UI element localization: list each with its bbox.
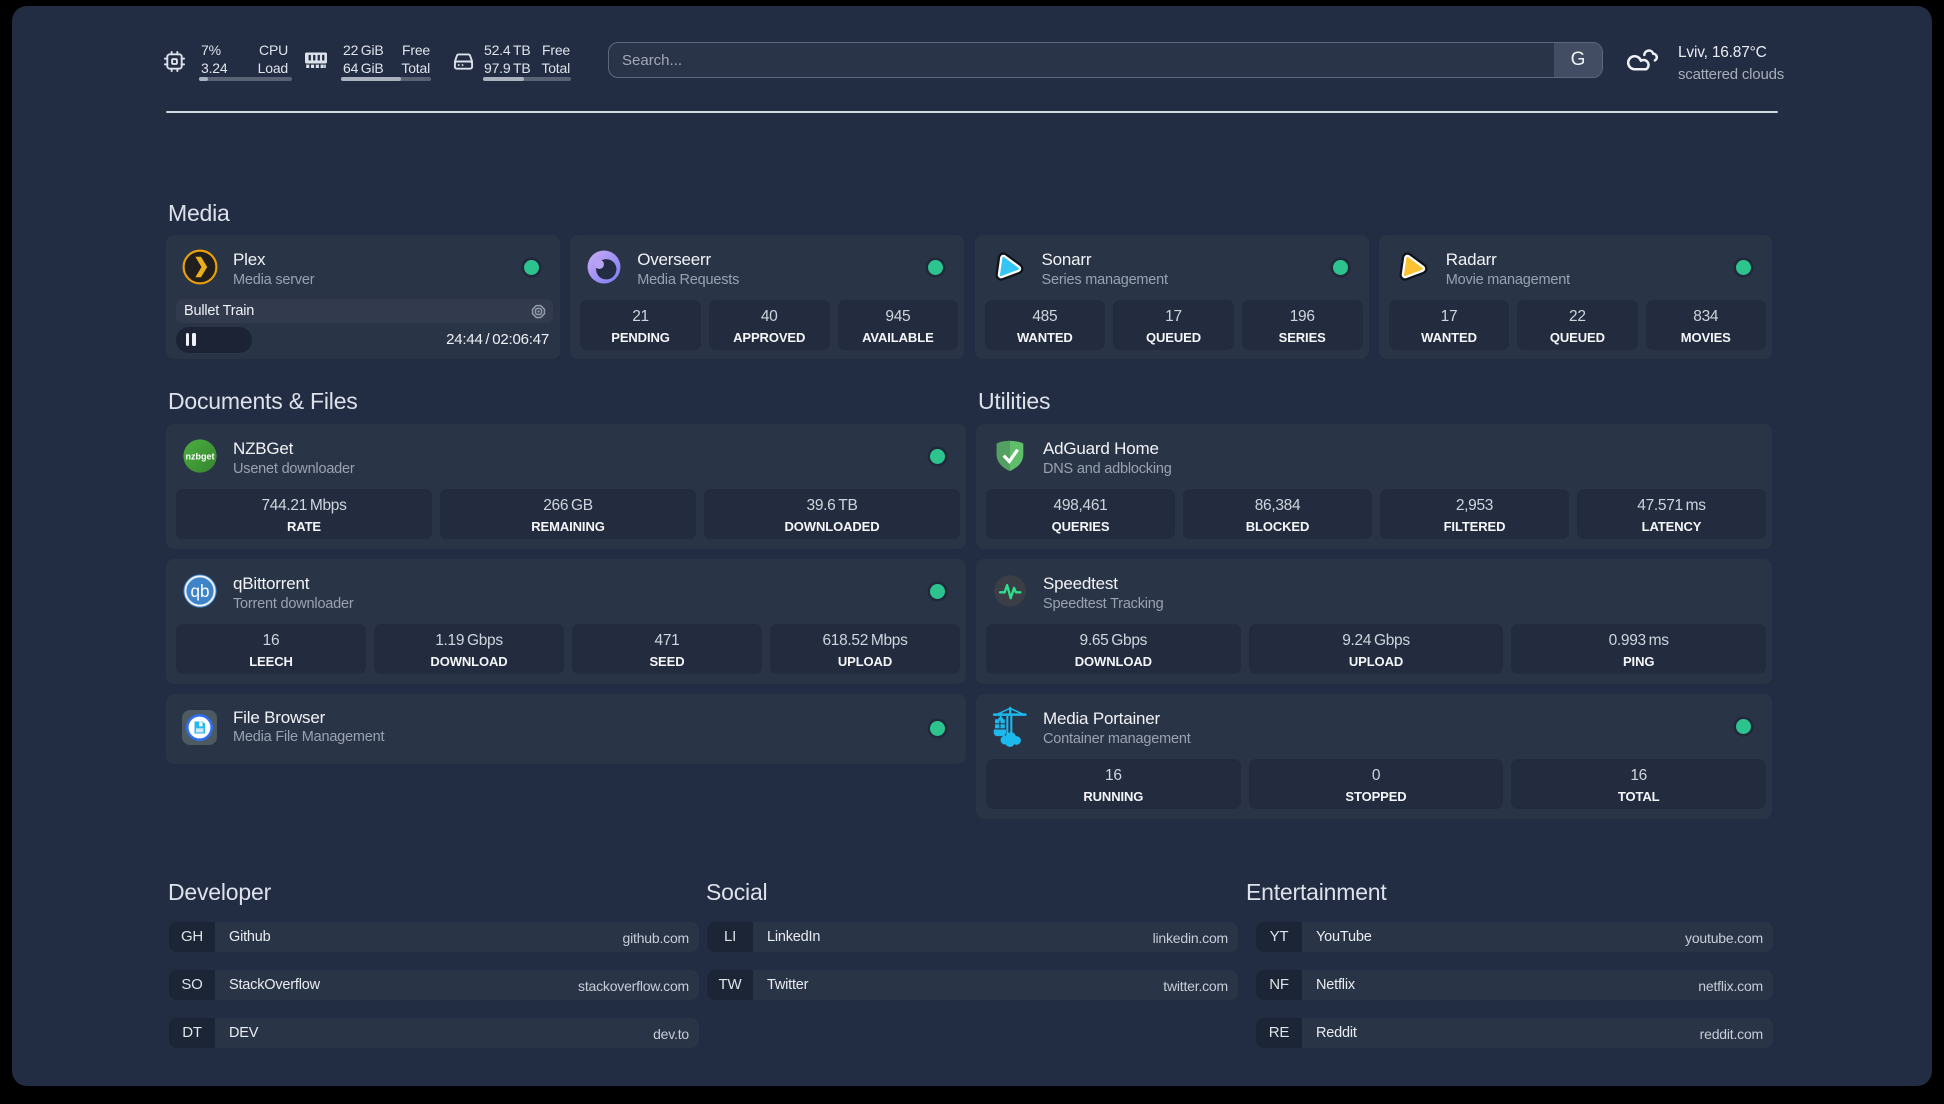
- svg-text:qb: qb: [190, 581, 209, 600]
- svg-text:nzbget: nzbget: [186, 451, 215, 461]
